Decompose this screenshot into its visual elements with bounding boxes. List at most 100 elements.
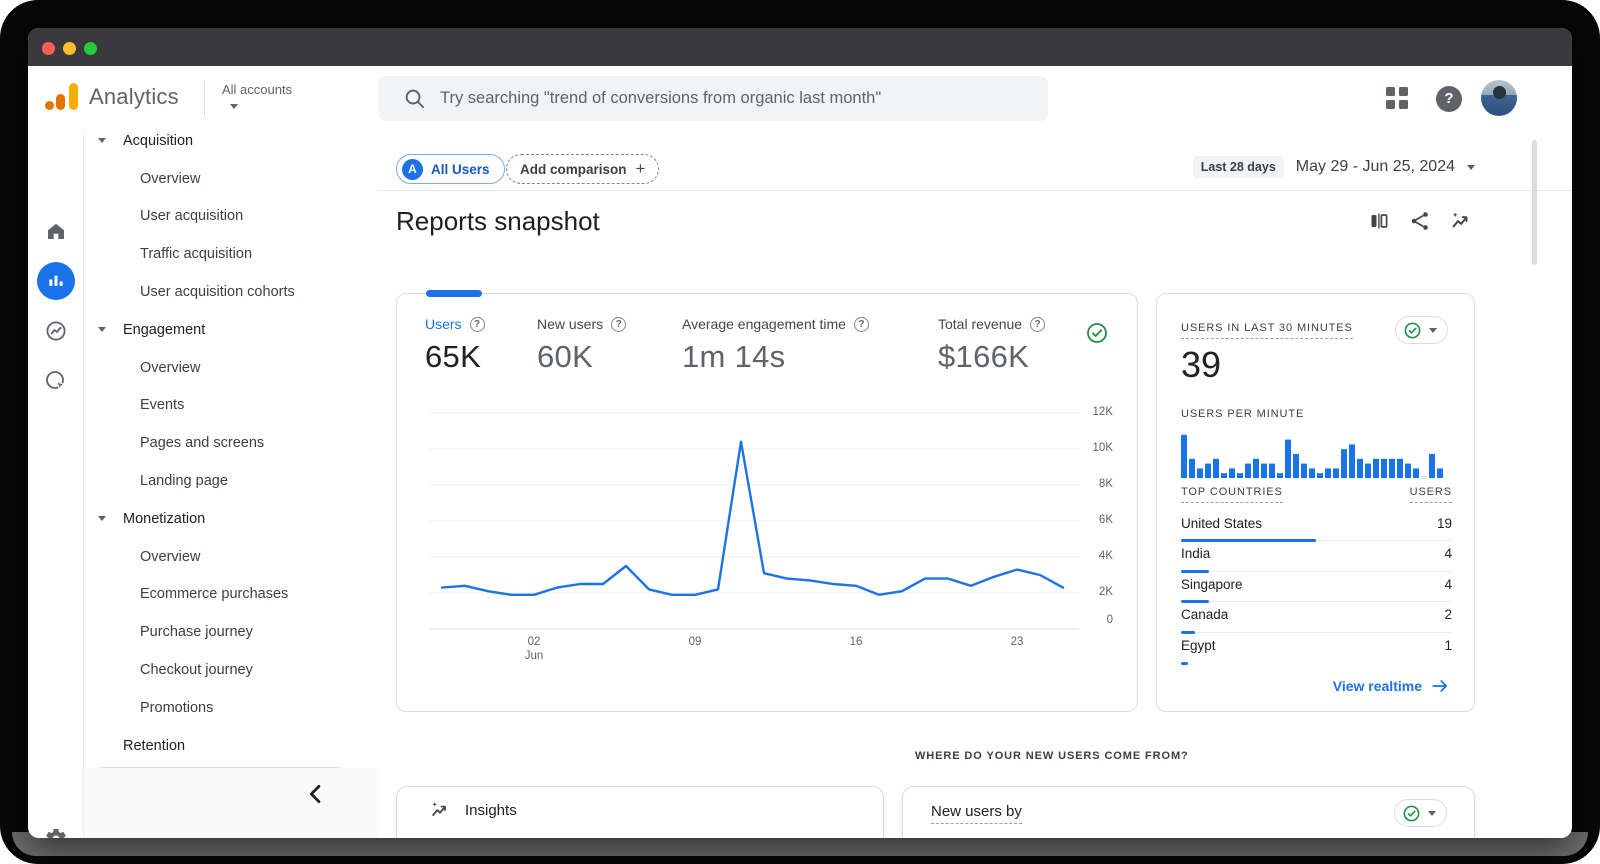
sidebar-item-pages-and-screens[interactable]: Pages and screens — [84, 424, 378, 462]
home-icon[interactable] — [44, 219, 68, 243]
sidebar-item-overview[interactable]: Overview — [84, 160, 378, 198]
sidebar-item-events[interactable]: Events — [84, 387, 378, 425]
status-check-icon — [1404, 322, 1421, 338]
close-button[interactable] — [42, 42, 55, 55]
metric-total-revenue[interactable]: Total revenue? $166K — [938, 316, 1046, 375]
sidebar-item-label: User acquisition — [140, 208, 244, 225]
view-realtime-link[interactable]: View realtime — [1333, 676, 1450, 696]
add-comparison-button[interactable]: Add comparison + — [506, 154, 660, 184]
sidebar-section-engagement[interactable]: Engagement — [84, 311, 378, 349]
sidebar-section-label: Acquisition — [123, 132, 194, 149]
minimize-button[interactable] — [63, 42, 76, 55]
arrow-right-icon — [1432, 680, 1448, 692]
question-mark-icon[interactable]: ? — [1030, 316, 1046, 332]
insights-sparkle-icon — [432, 802, 446, 816]
search-input[interactable] — [440, 76, 1030, 121]
collapse-chevron-icon[interactable] — [302, 780, 330, 808]
country-users-value: 4 — [1444, 546, 1452, 562]
report-actions — [1367, 209, 1473, 233]
left-rail — [28, 130, 84, 838]
reports-icon[interactable] — [37, 262, 75, 300]
sidebar-item-label: Promotions — [140, 699, 214, 716]
new-users-by-selector[interactable]: New users by — [931, 803, 1022, 824]
advertising-icon[interactable] — [44, 369, 68, 393]
realtime-title[interactable]: USERS IN LAST 30 MINUTES — [1181, 322, 1353, 339]
sidebar-item-label: Events — [140, 397, 185, 414]
comparison-icon[interactable] — [1367, 209, 1391, 233]
realtime-user-count: 39 — [1181, 344, 1222, 385]
insights-label: Insights — [465, 801, 517, 819]
country-name: Singapore — [1181, 576, 1243, 592]
help-icon[interactable]: ? — [1436, 86, 1462, 112]
window-titlebar — [28, 28, 1572, 66]
sidebar-section-retention[interactable]: Retention — [84, 727, 378, 765]
sidebar-item-landing-page[interactable]: Landing page — [84, 462, 378, 500]
sidebar-section-label: Monetization — [123, 510, 206, 527]
sidebar-item-label: User acquisition cohorts — [140, 284, 295, 301]
sidebar-item-promotions[interactable]: Promotions — [84, 689, 378, 727]
sidebar-item-overview[interactable]: Overview — [84, 538, 378, 576]
status-check-icon[interactable] — [1085, 321, 1109, 345]
countries-table: United States 19 India 4 Singapore 4 Canada 2 Eg… — [1181, 511, 1452, 665]
caret-down-icon — [1467, 164, 1475, 170]
overview-metrics-card: Users? 65K New users? 60K Average engagement… — [396, 290, 1138, 712]
countries-table-header: TOP COUNTRIES USERS — [1181, 486, 1452, 503]
sidebar-item-purchase-journey[interactable]: Purchase journey — [84, 613, 378, 651]
sidebar-item-user-acquisition[interactable]: User acquisition — [84, 198, 378, 236]
segment-chip-all-users[interactable]: A All Users — [396, 154, 505, 184]
sidebar-item-overview[interactable]: Overview — [84, 349, 378, 387]
explore-icon[interactable] — [44, 319, 68, 343]
top-countries-header[interactable]: TOP COUNTRIES — [1181, 486, 1283, 503]
y-axis-tick-label: 12K — [1092, 406, 1113, 418]
sidebar-item-label: Overview — [140, 170, 201, 187]
browser-window: Analytics All accounts ? — [28, 28, 1572, 838]
caret-down-icon — [1428, 810, 1436, 816]
question-mark-icon[interactable]: ? — [469, 316, 485, 332]
question-mark-icon[interactable]: ? — [611, 316, 627, 332]
account-switcher[interactable]: All accounts — [222, 81, 332, 109]
search-bar[interactable] — [378, 76, 1048, 121]
maximize-button[interactable] — [84, 42, 97, 55]
analytics-logo[interactable] — [44, 83, 80, 113]
y-axis-tick-label: 10K — [1092, 442, 1113, 454]
caret-down-icon — [98, 516, 106, 522]
users-per-minute-label: USERS PER MINUTE — [1181, 408, 1305, 420]
metric-label: Users — [425, 316, 462, 332]
metric-value: 65K — [425, 339, 482, 374]
insights-card[interactable]: Insights — [396, 786, 884, 838]
sidebar-item-traffic-acquisition[interactable]: Traffic acquisition — [84, 235, 378, 273]
country-name: Egypt — [1181, 637, 1216, 653]
apps-grid-icon[interactable] — [1386, 87, 1408, 109]
metric-new-users[interactable]: New users? 60K — [537, 316, 627, 375]
date-range-picker[interactable]: Last 28 days May 29 - Jun 25, 2024 — [1192, 156, 1475, 178]
avatar[interactable] — [1481, 80, 1517, 116]
realtime-status-dropdown[interactable] — [1395, 316, 1448, 344]
metric-users[interactable]: Users? 65K — [425, 316, 485, 375]
search-icon — [405, 89, 425, 109]
insights-sparkle-icon[interactable] — [1449, 209, 1473, 233]
active-metric-indicator — [426, 290, 482, 297]
metric-value: 1m 14s — [682, 339, 786, 374]
new-users-status-dropdown[interactable] — [1394, 799, 1447, 827]
sidebar-item-checkout-journey[interactable]: Checkout journey — [84, 651, 378, 689]
vertical-scrollbar[interactable] — [1532, 140, 1537, 265]
share-icon[interactable] — [1408, 209, 1432, 233]
country-row-egypt: Egypt 1 — [1181, 633, 1452, 665]
country-row-canada: Canada 2 — [1181, 602, 1452, 634]
question-mark-icon[interactable]: ? — [853, 316, 869, 332]
sidebar-nav: Acquisition Overview User acquisition Traff… — [84, 122, 378, 768]
country-users-value: 2 — [1444, 607, 1452, 623]
settings-gear-icon[interactable] — [44, 827, 68, 838]
metric-label: New users — [537, 316, 604, 332]
sidebar-item-user-acquisition-cohorts[interactable]: User acquisition cohorts — [84, 273, 378, 311]
country-name: Canada — [1181, 607, 1229, 623]
header-divider — [378, 190, 1572, 191]
sidebar-section-monetization[interactable]: Monetization — [84, 500, 378, 538]
page-title: Reports snapshot — [396, 206, 600, 236]
metric-average-engagement-time[interactable]: Average engagement time? 1m 14s — [682, 316, 869, 375]
y-axis-tick-label: 6K — [1098, 514, 1113, 526]
users-header[interactable]: USERS — [1409, 486, 1452, 503]
sidebar-item-label: Checkout journey — [140, 662, 253, 679]
sidebar-item-ecommerce-purchases[interactable]: Ecommerce purchases — [84, 576, 378, 614]
sidebar-section-acquisition[interactable]: Acquisition — [84, 122, 378, 160]
